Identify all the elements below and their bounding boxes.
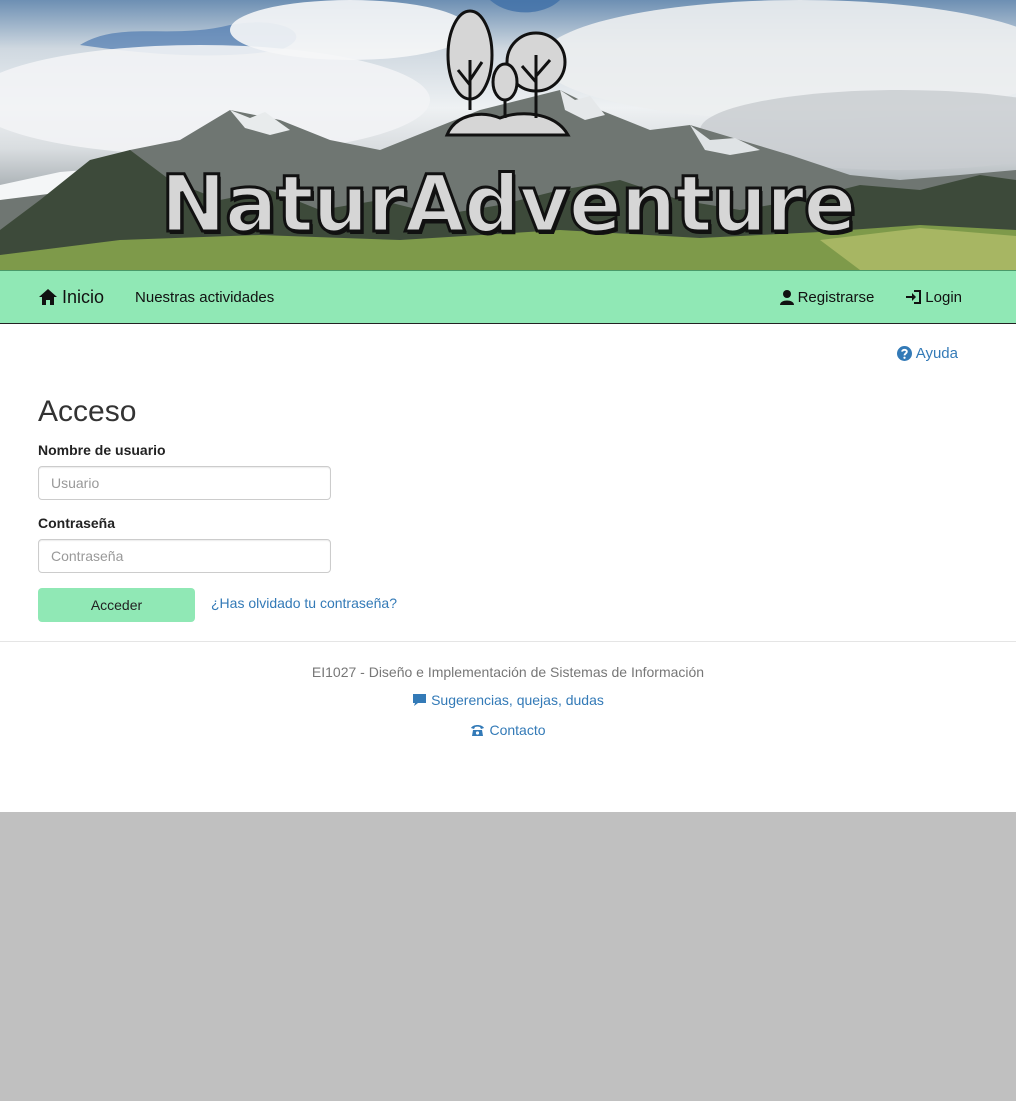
home-icon — [39, 289, 57, 305]
nav-activities-label: Nuestras actividades — [135, 288, 275, 306]
user-icon — [779, 290, 794, 305]
main-navbar: Inicio Nuestras actividades Registrarse … — [0, 270, 1016, 324]
nav-register-link[interactable]: Registrarse — [779, 288, 875, 306]
help-label: Ayuda — [915, 345, 958, 362]
page-title: Acceso — [38, 395, 137, 428]
site-logo-text: NaturAdventure — [159, 159, 858, 252]
nav-login-label: Login — [925, 288, 962, 306]
contact-label: Contacto — [489, 722, 546, 738]
forgot-password-link[interactable]: ¿Has olvidado tu contraseña? — [211, 595, 397, 611]
header-banner: NaturAdventure — [0, 0, 1016, 270]
footer-contact-row: Contacto — [0, 722, 1016, 740]
page: NaturAdventure Inicio Nuestras actividad… — [0, 0, 1016, 812]
submit-button[interactable]: Acceder — [38, 588, 195, 622]
suggestions-link[interactable]: Sugerencias, quejas, dudas — [412, 692, 604, 708]
login-form: Acceso Nombre de usuario Contraseña Acce… — [38, 392, 458, 622]
nav-login-link[interactable]: Login — [905, 289, 962, 306]
page-footer: EI1027 - Diseño e Implementación de Sist… — [0, 641, 1016, 740]
nav-right-group: Registrarse Login — [748, 271, 962, 323]
nav-register-label: Registrarse — [797, 288, 875, 306]
username-input[interactable] — [38, 466, 331, 500]
nav-left-group: Inicio Nuestras actividades — [38, 271, 274, 323]
question-circle-icon — [896, 346, 912, 361]
password-label: Contraseña — [38, 515, 116, 531]
password-input[interactable] — [38, 539, 331, 573]
phone-icon — [471, 725, 485, 736]
nav-home-label: Inicio — [62, 286, 105, 307]
username-label: Nombre de usuario — [38, 442, 166, 458]
help-link[interactable]: Ayuda — [896, 345, 958, 362]
login-icon — [906, 290, 922, 304]
nav-home-link[interactable]: Inicio — [38, 287, 104, 308]
comment-icon — [413, 694, 427, 706]
form-actions: Acceder ¿Has olvidado tu contraseña? — [38, 588, 458, 622]
nav-activities-link[interactable]: Nuestras actividades — [135, 289, 274, 306]
contact-link[interactable]: Contacto — [470, 722, 546, 738]
course-info: EI1027 - Diseño e Implementación de Sist… — [311, 664, 705, 680]
suggestions-label: Sugerencias, quejas, dudas — [431, 692, 604, 708]
footer-suggestions-row: Sugerencias, quejas, dudas — [0, 692, 1016, 710]
